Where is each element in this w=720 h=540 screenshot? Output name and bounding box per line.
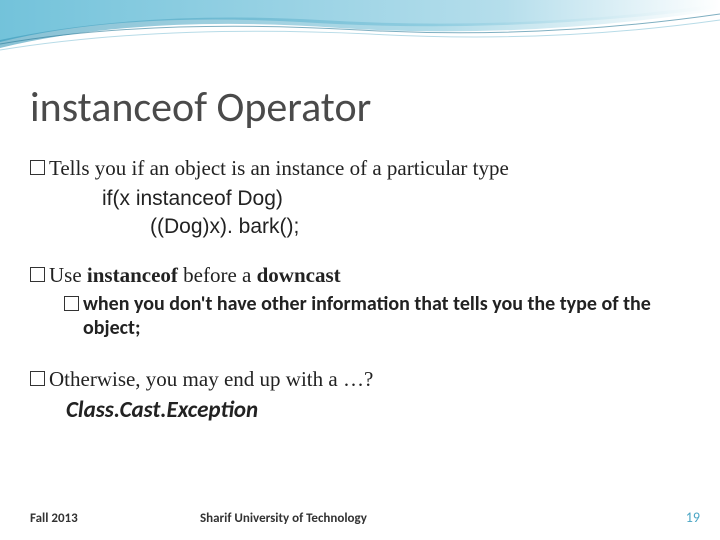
bullet-text: Use instanceof before a downcast	[49, 262, 341, 288]
bullet-box-icon	[30, 371, 45, 386]
bullet-line-3: Otherwise, you may end up with a …?	[30, 366, 690, 392]
slide-content: instanceof Operator Tells you if an obje…	[30, 82, 690, 424]
slide-number: 19	[686, 509, 700, 526]
footer-date: Fall 2013	[30, 511, 200, 526]
code-line-1: if(x instanceof Dog)	[102, 185, 690, 212]
bullet-line-2: Use instanceof before a downcast	[30, 262, 690, 288]
footer-affiliation: Sharif University of Technology	[200, 511, 686, 526]
exception-text: Class.Cast.Exception	[66, 396, 690, 424]
bullet-text: Tells you if an object is an instance of…	[49, 155, 509, 181]
sub-bullet-line: when you don't have other information th…	[64, 292, 690, 340]
sub-bullet-text: when you don't have other information th…	[83, 292, 690, 340]
slide-footer: Fall 2013 Sharif University of Technolog…	[30, 509, 700, 526]
bullet-text: Otherwise, you may end up with a …?	[49, 366, 373, 392]
bullet-box-icon	[64, 296, 79, 311]
decorative-wave	[0, 0, 720, 80]
bullet-box-icon	[30, 267, 45, 282]
bullet-box-icon	[30, 160, 45, 175]
code-line-2: ((Dog)x). bark();	[150, 213, 690, 240]
bullet-line-1: Tells you if an object is an instance of…	[30, 155, 690, 181]
slide-title: instanceof Operator	[30, 82, 690, 133]
